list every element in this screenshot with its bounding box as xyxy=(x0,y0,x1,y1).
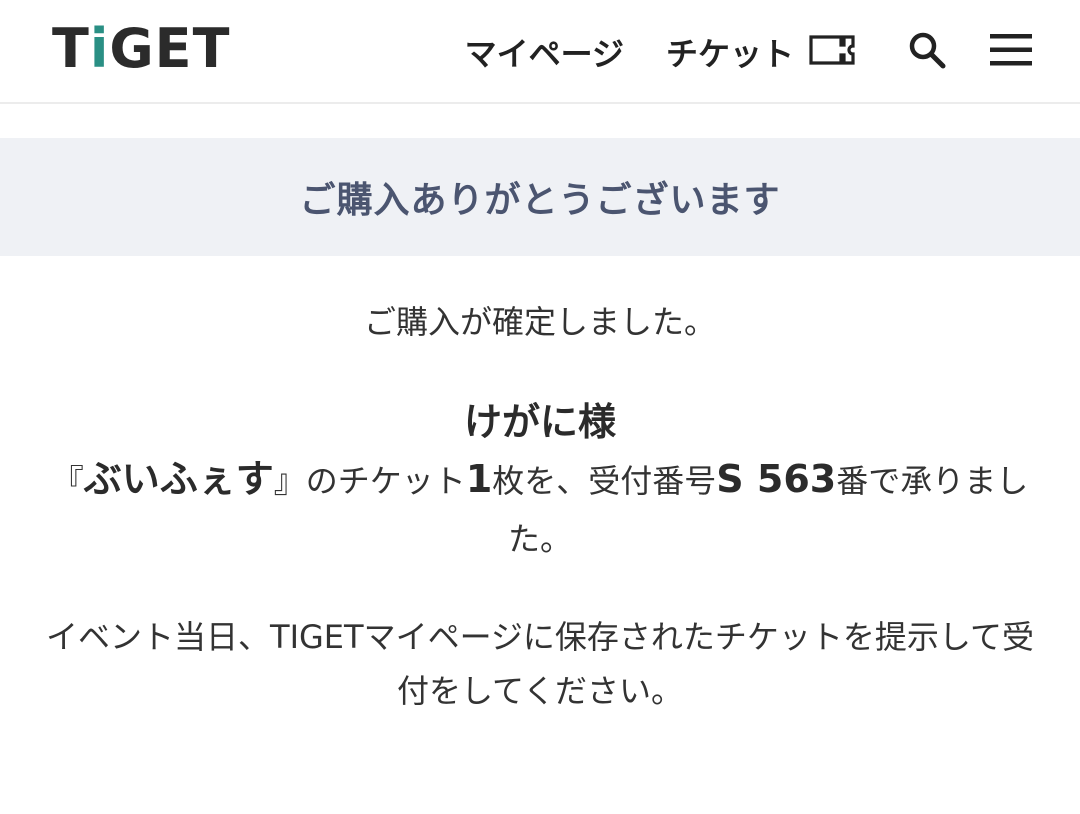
tiget-logo[interactable]: TiGET xyxy=(52,22,230,76)
nav-ticket-link[interactable]: チケット xyxy=(666,29,856,75)
message-part3: 枚を、受付番号 xyxy=(492,462,717,500)
ticket-count: 1 xyxy=(465,457,493,501)
nav-ticket-label: チケット xyxy=(665,35,794,73)
search-icon[interactable] xyxy=(908,31,946,73)
banner-title: ご購入ありがとうございます xyxy=(299,180,781,221)
logo-text-get: GET xyxy=(109,17,231,80)
logo-text-i: i xyxy=(89,17,110,80)
ticket-icon xyxy=(808,34,856,70)
header-nav: マイページ チケット xyxy=(465,0,1032,104)
confirm-text: ご購入が確定しました。 xyxy=(363,303,716,341)
event-day-notice: イベント当日、TIGETマイページに保存されたチケットを提示して受付をしてくださ… xyxy=(46,618,1034,710)
logo-text-t: T xyxy=(52,17,90,80)
customer-name: けがに様 xyxy=(463,400,616,444)
hamburger-menu-icon[interactable] xyxy=(990,33,1032,71)
nav-mypage-link[interactable]: マイページ xyxy=(465,29,624,75)
message-part1: 『 xyxy=(51,462,84,500)
site-header: TiGET マイページ チケット xyxy=(0,0,1080,104)
purchase-confirmation: ご購入が確定しました。 けがに様 『ぶいふぇす』のチケット1枚を、受付番号S 5… xyxy=(0,292,1080,718)
thank-you-banner: ご購入ありがとうございます xyxy=(0,138,1080,256)
purchase-message: 『ぶいふぇす』のチケット1枚を、受付番号S 563番で承りました。 xyxy=(40,450,1040,568)
receipt-number: S 563 xyxy=(716,457,837,501)
message-part2: 』のチケット xyxy=(273,462,466,500)
event-name: ぶいふぇす xyxy=(83,457,274,501)
